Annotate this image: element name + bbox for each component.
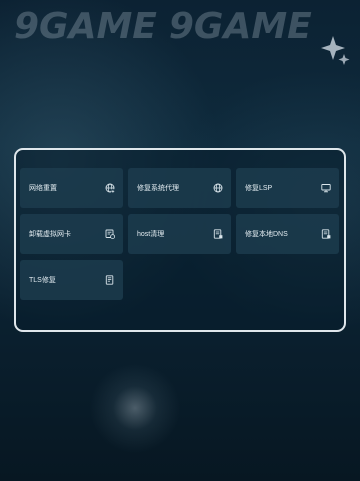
globe-icon <box>105 183 115 193</box>
tool-tls-repair-button[interactable]: TLS修复 <box>20 260 123 300</box>
monitor-icon <box>321 183 331 193</box>
tool-network-reset-button[interactable]: 网络重置 <box>20 168 123 208</box>
document-list-icon <box>105 275 115 285</box>
tool-fix-lsp-button[interactable]: 修复LSP <box>236 168 339 208</box>
network-card-icon <box>105 229 115 239</box>
brand-logo-text: 9GAME <box>168 6 312 47</box>
tool-label: TLS修复 <box>29 277 56 284</box>
document-icon <box>213 229 223 239</box>
tool-uninstall-virtual-nic-button[interactable]: 卸载虚拟网卡 <box>20 214 123 254</box>
tool-label: 网络重置 <box>29 185 57 192</box>
tool-label: 修复系统代理 <box>137 185 179 192</box>
tool-grid: 网络重置 修复系统代理 修复LSP 卸载虚拟网卡 host清理 修复本地DNS … <box>20 168 339 300</box>
tool-label: 修复本地DNS <box>245 231 288 238</box>
tool-fix-system-proxy-button[interactable]: 修复系统代理 <box>128 168 231 208</box>
document-icon <box>321 229 331 239</box>
network-repair-panel: 网络重置 修复系统代理 修复LSP 卸载虚拟网卡 host清理 修复本地DNS … <box>14 148 346 332</box>
tool-label: 修复LSP <box>245 185 273 192</box>
sparkle-icon <box>321 36 350 65</box>
globe-icon <box>213 183 223 193</box>
tool-host-cleanup-button[interactable]: host清理 <box>128 214 231 254</box>
brand-logo-text: 9GAME <box>14 6 157 47</box>
tool-fix-local-dns-button[interactable]: 修复本地DNS <box>236 214 339 254</box>
tool-label: 卸载虚拟网卡 <box>29 231 71 238</box>
brand-watermark: 9GAME 9GAME <box>14 6 360 47</box>
tool-label: host清理 <box>137 231 165 238</box>
